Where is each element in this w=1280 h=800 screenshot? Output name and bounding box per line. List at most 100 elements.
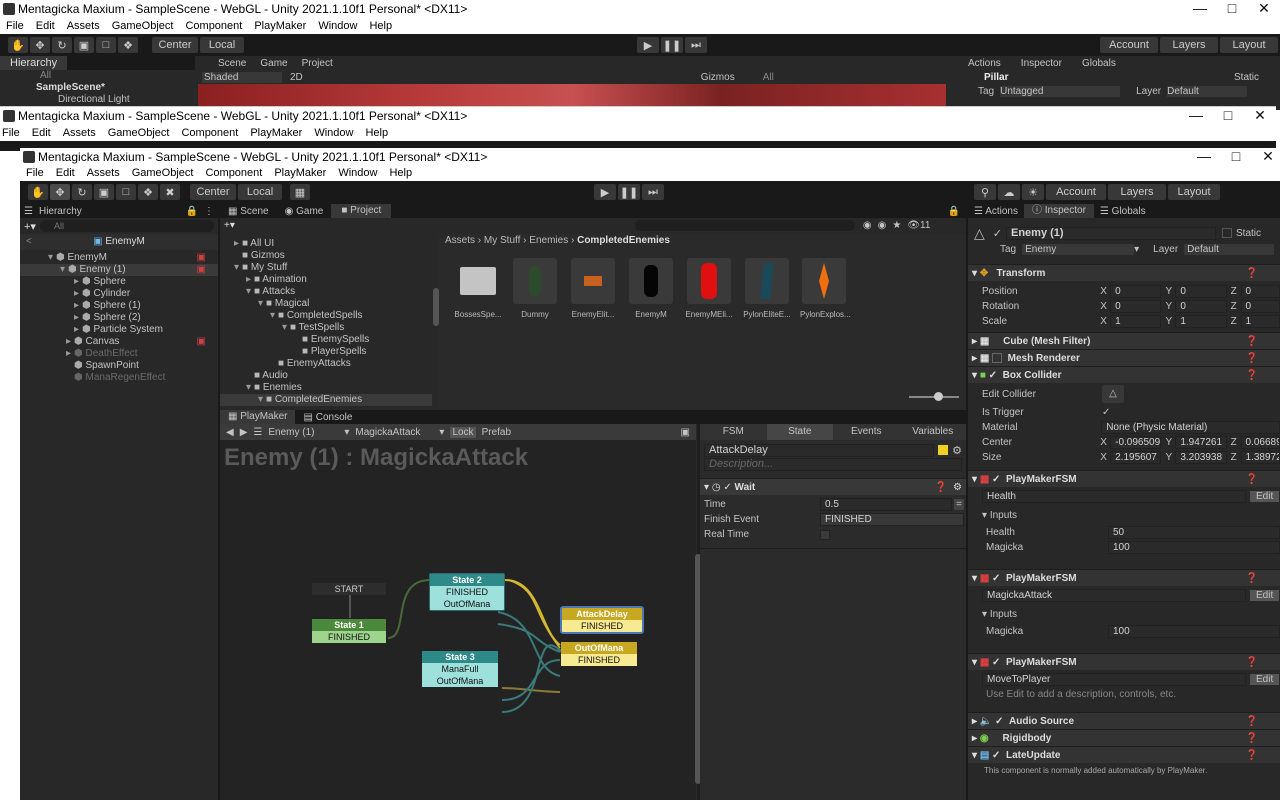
foldout-icon[interactable]: ▾	[246, 382, 254, 394]
menu-file[interactable]: File	[26, 167, 44, 179]
foldout-icon[interactable]: ▸	[74, 288, 82, 300]
hierarchy-item[interactable]: ⬢ SpawnPoint	[20, 360, 218, 372]
tab-scene[interactable]: ▦ Scene	[220, 206, 277, 217]
menu-help[interactable]: Help	[369, 20, 392, 32]
search-by-type-icon[interactable]: ◉	[863, 220, 872, 231]
fsm-name-field[interactable]: MoveToPlayer	[982, 673, 1246, 686]
menu-gameobject[interactable]: GameObject	[108, 127, 170, 139]
folder-item[interactable]: ▾ ■ TestSpells	[220, 322, 432, 334]
account-dropdown[interactable]: Account	[1046, 184, 1106, 200]
asset-item[interactable]: PylonExplos...	[800, 258, 851, 319]
is-trigger-checkbox[interactable]: ✓	[1102, 407, 1110, 418]
search-icon[interactable]: ⚲	[974, 184, 996, 200]
zoom-slider-thumb[interactable]	[934, 392, 943, 401]
globals-tab[interactable]: Globals	[1082, 58, 1116, 69]
panel-menu-icon[interactable]: ⋮	[204, 206, 214, 217]
folder-item[interactable]: ▾ ■ Attacks	[220, 286, 432, 298]
pivot-center-button[interactable]: Center	[190, 184, 236, 200]
position-z-input[interactable]: 0	[1240, 285, 1280, 298]
foldout-icon[interactable]: ▾	[246, 286, 254, 298]
minimize-icon[interactable]: —	[1180, 107, 1212, 124]
state-color-swatch[interactable]	[938, 445, 949, 455]
tab-events[interactable]: Events	[833, 424, 900, 440]
lock-icon[interactable]: 🔒	[948, 206, 960, 217]
static-checkbox[interactable]	[1222, 228, 1232, 238]
foldout-icon[interactable]: ▾	[982, 609, 987, 620]
variable-toggle-icon[interactable]: =	[954, 499, 964, 510]
layer-dropdown[interactable]: Default	[1184, 243, 1275, 255]
move-tool-icon[interactable]: ✥	[30, 37, 50, 53]
minimize-icon[interactable]: —	[1188, 148, 1220, 165]
playmaker-fsm-icon[interactable]: ▣	[197, 264, 206, 276]
hierarchy-menu-icon[interactable]: ☰	[24, 206, 33, 217]
scale-tool-icon[interactable]: ▣	[74, 37, 94, 53]
lock-button[interactable]: Lock	[450, 426, 476, 438]
folder-item[interactable]: ■ Gizmos	[220, 250, 432, 262]
magicka-input[interactable]: 100	[1108, 541, 1280, 554]
help-icon[interactable]: ❓	[1246, 353, 1258, 364]
foldout-icon[interactable]: ▸	[972, 716, 977, 727]
help-icon[interactable]: ❓	[1246, 716, 1258, 727]
foldout-icon[interactable]: ▾	[972, 370, 977, 381]
fsm-name-field[interactable]: MagickaAttack	[982, 589, 1246, 602]
folder-item[interactable]: ■ PlayerSpells	[220, 346, 432, 358]
layer-dropdown[interactable]: Default	[1167, 85, 1248, 97]
scale-z-input[interactable]: 1	[1240, 315, 1280, 328]
state-node[interactable]: State 1 FINISHED	[312, 619, 386, 643]
component-transform[interactable]: ▾ ✥ Transform ❓	[968, 264, 1280, 281]
size-y-input[interactable]: 3.203938	[1175, 451, 1227, 464]
foldout-icon[interactable]: ▸	[66, 336, 74, 348]
edit-button[interactable]: Edit	[1250, 674, 1280, 685]
cloud-services-icon[interactable]: ☁	[998, 184, 1020, 200]
state-node-selected[interactable]: AttackDelay FINISHED	[560, 606, 644, 634]
component-playmaker-fsm[interactable]: ▾ ▦ ✓ PlayMakerFSM ❓	[968, 569, 1280, 586]
foldout-icon[interactable]: ▾	[282, 322, 290, 334]
center-x-input[interactable]: -0.096509	[1110, 436, 1162, 449]
asset-item[interactable]: BossesSpe...	[454, 258, 502, 319]
foldout-icon[interactable]: ▸	[74, 312, 82, 324]
foldout-icon[interactable]: ▾	[48, 252, 56, 264]
state-node[interactable]: State 3 ManaFull OutOfMana	[422, 651, 498, 687]
transform-tool-icon[interactable]: ❖	[138, 184, 158, 200]
hierarchy-item[interactable]: ▸ ⬢ Sphere (1)	[20, 300, 218, 312]
static-toggle[interactable]: Static	[1234, 72, 1259, 83]
pivot-center-button[interactable]: Center	[152, 37, 198, 53]
edit-button[interactable]: Edit	[1250, 491, 1280, 502]
menu-file[interactable]: File	[6, 20, 24, 32]
actions-tab[interactable]: Actions	[968, 58, 1001, 69]
help-icon[interactable]: ❓	[1246, 657, 1258, 668]
hierarchy-item[interactable]: ▸ ⬢ Cylinder	[20, 288, 218, 300]
foldout-icon[interactable]: ▾	[258, 394, 266, 406]
enabled-checkbox[interactable]: ✓	[992, 573, 1000, 584]
menu-gameobject[interactable]: GameObject	[132, 167, 194, 179]
folder-item[interactable]: ■ EnemyAttacks	[220, 358, 432, 370]
menu-playmaker[interactable]: PlayMaker	[274, 167, 326, 179]
foldout-icon[interactable]: ▸	[74, 324, 82, 336]
hierarchy-item[interactable]: ▾ ⬢ Enemy (1) ▣	[20, 264, 218, 276]
layout-dropdown[interactable]: Layout	[1220, 37, 1278, 53]
back-arrow-icon[interactable]: <	[26, 234, 32, 250]
component-playmaker-fsm[interactable]: ▾ ▦ ✓ PlayMakerFSM ❓	[968, 653, 1280, 670]
layers-dropdown[interactable]: Layers	[1160, 37, 1218, 53]
collab-icon[interactable]: ☀	[1022, 184, 1044, 200]
center-y-input[interactable]: 1.947261	[1175, 436, 1227, 449]
enabled-checkbox[interactable]	[992, 353, 1003, 363]
menu-icon[interactable]: ☰	[253, 427, 262, 438]
tab-state[interactable]: State	[766, 424, 833, 440]
hidden-packages-icon[interactable]: 👁	[907, 220, 920, 231]
pivot-local-button[interactable]: Local	[200, 37, 244, 53]
menu-assets[interactable]: Assets	[63, 127, 96, 139]
shading-mode-dropdown[interactable]: Shaded	[202, 71, 282, 83]
step-button[interactable]: ⏭	[642, 184, 664, 200]
scene-tab[interactable]: Scene	[218, 58, 246, 69]
menu-assets[interactable]: Assets	[67, 20, 100, 32]
2d-toggle[interactable]: 2D	[290, 72, 303, 83]
edit-collider-button[interactable]: △	[1102, 385, 1124, 403]
hierarchy-item[interactable]: ▸ ⬢ Sphere	[20, 276, 218, 288]
transform-tool-icon[interactable]: ❖	[118, 37, 138, 53]
start-node[interactable]: START	[312, 583, 386, 595]
object-selector[interactable]: Enemy (1)	[268, 427, 338, 438]
transition-event[interactable]: FINISHED	[430, 586, 504, 598]
grid-snap-icon[interactable]: ▦	[290, 184, 310, 200]
help-icon[interactable]: ❓	[935, 482, 947, 493]
